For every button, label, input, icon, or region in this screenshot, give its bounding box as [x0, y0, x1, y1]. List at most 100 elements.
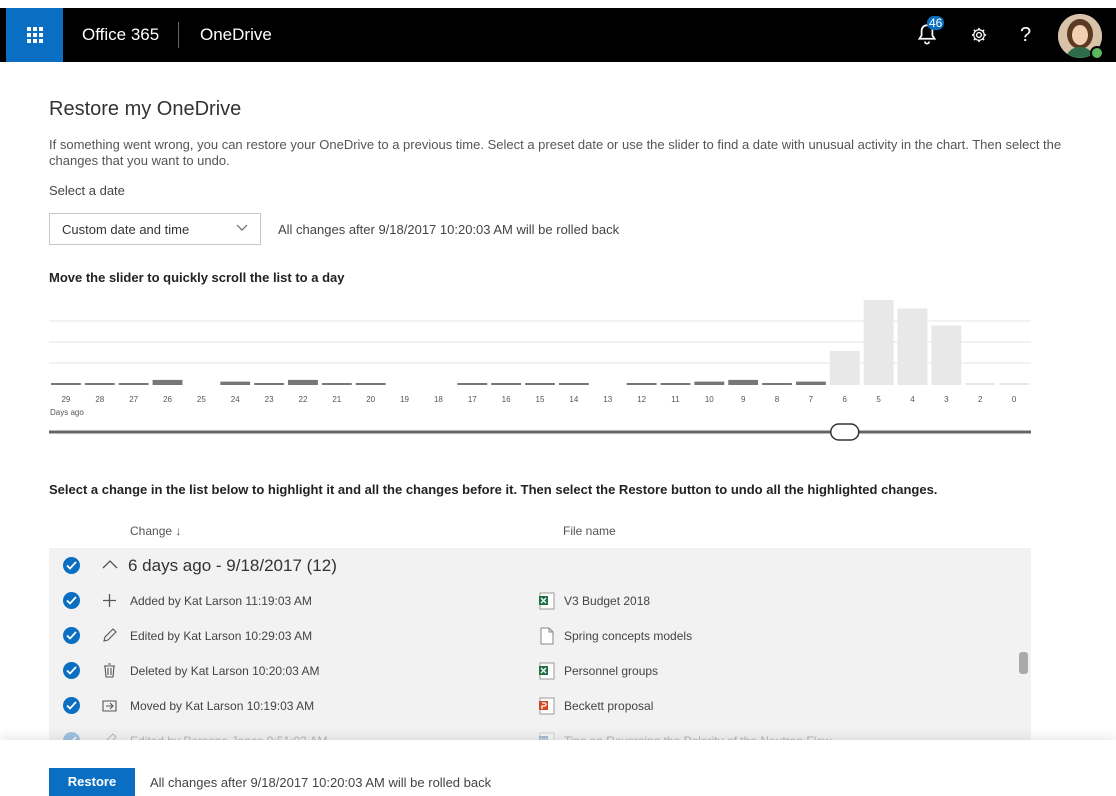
- column-header-file-name[interactable]: File name: [563, 524, 616, 538]
- powerpoint-file-icon: [539, 697, 555, 715]
- document-file-icon: [540, 627, 554, 645]
- edit-icon: [106, 733, 117, 740]
- excel-file-icon: [539, 662, 555, 680]
- x-tick-label: 4: [910, 395, 915, 404]
- x-tick-label: 16: [502, 395, 511, 404]
- slider-title: Move the slider to quickly scroll the li…: [49, 270, 345, 285]
- office-365-link[interactable]: Office 365: [82, 8, 159, 62]
- page-description: If something went wrong, you can restore…: [49, 137, 1062, 168]
- restore-button[interactable]: Restore: [49, 768, 135, 796]
- slider-handle[interactable]: [830, 423, 860, 441]
- move-icon: [102, 700, 117, 712]
- checkmark-icon[interactable]: [63, 697, 80, 714]
- word-file-icon: [539, 732, 555, 740]
- x-tick-label: 5: [876, 395, 881, 404]
- x-tick-label: 2: [978, 395, 983, 404]
- x-tick-label: 25: [197, 395, 206, 404]
- chart-bar[interactable]: [762, 383, 792, 385]
- date-preset-dropdown[interactable]: Custom date and time: [49, 213, 261, 245]
- footer-bar: Restore All changes after 9/18/2017 10:2…: [0, 740, 1116, 796]
- chart-bar[interactable]: [525, 383, 555, 385]
- footer-rollback-summary: All changes after 9/18/2017 10:20:03 AM …: [150, 775, 492, 790]
- x-tick-label: 11: [671, 395, 680, 404]
- file-name[interactable]: Personnel groups: [564, 664, 658, 678]
- chart-bar[interactable]: [897, 308, 928, 386]
- page-title: Restore my OneDrive: [49, 98, 242, 120]
- chart-bar[interactable]: [457, 383, 488, 385]
- chart-bar[interactable]: [321, 383, 352, 385]
- chart-bar[interactable]: [355, 383, 386, 385]
- chart-bar[interactable]: [829, 351, 860, 385]
- presence-status-indicator: [1090, 46, 1104, 60]
- group-title: 6 days ago - 9/18/2017 (12): [128, 556, 337, 575]
- x-tick-label: 8: [775, 395, 780, 404]
- list-instructions: Select a change in the list below to hig…: [49, 482, 938, 497]
- chart-bar[interactable]: [118, 383, 149, 385]
- add-icon: [103, 594, 116, 607]
- change-description: Edited by Kat Larson 10:29:03 AM: [130, 629, 313, 643]
- list-item[interactable]: Edited by Persona Jones 9:51:03 AMTips o…: [49, 723, 1031, 740]
- select-date-label: Select a date: [49, 183, 125, 198]
- checkmark-icon[interactable]: [63, 557, 80, 574]
- x-tick-label: 23: [265, 395, 274, 404]
- x-tick-label: 27: [129, 395, 138, 404]
- help-icon[interactable]: ?: [1020, 8, 1031, 62]
- chart-bar[interactable]: [152, 379, 183, 385]
- changes-list: 6 days ago - 9/18/2017 (12) Added by Kat…: [49, 548, 1031, 740]
- change-description: Moved by Kat Larson 10:19:03 AM: [130, 699, 315, 713]
- chart-bar[interactable]: [491, 383, 522, 385]
- x-tick-label: 13: [603, 395, 612, 404]
- x-tick-label: 14: [569, 395, 578, 404]
- checkmark-icon[interactable]: [63, 627, 80, 644]
- file-name[interactable]: Beckett proposal: [564, 699, 653, 713]
- chart-bar[interactable]: [931, 325, 962, 386]
- header-divider: [178, 22, 179, 48]
- x-tick-label: 0: [1012, 395, 1017, 404]
- chart-bar[interactable]: [694, 381, 725, 385]
- list-item[interactable]: Moved by Kat Larson 10:19:03 AM Beckett p…: [49, 688, 1031, 723]
- chart-bar[interactable]: [863, 300, 894, 385]
- file-name[interactable]: V3 Budget 2018: [564, 594, 650, 608]
- x-tick-label: 7: [809, 395, 814, 404]
- chart-bar[interactable]: [84, 383, 115, 385]
- excel-file-icon: [539, 592, 555, 610]
- chart-bar[interactable]: [660, 383, 691, 385]
- x-tick-label: 17: [468, 395, 477, 404]
- file-name[interactable]: Spring concepts models: [564, 629, 692, 643]
- checkmark-icon[interactable]: [63, 592, 80, 609]
- chevron-down-icon: [236, 224, 248, 231]
- chart-bar[interactable]: [999, 383, 1029, 385]
- list-item[interactable]: Added by Kat Larson 11:19:03 AM V3 Budget…: [49, 583, 1031, 618]
- chart-bar[interactable]: [288, 379, 318, 385]
- change-description: Added by Kat Larson 11:19:03 AM: [130, 594, 312, 608]
- x-tick-label: 9: [741, 395, 746, 404]
- rollback-summary: All changes after 9/18/2017 10:20:03 AM …: [278, 222, 620, 237]
- group-header-row[interactable]: 6 days ago - 9/18/2017 (12): [49, 548, 1031, 583]
- list-item[interactable]: Deleted by Kat Larson 10:20:03 AM Personn…: [49, 653, 1031, 688]
- chevron-up-icon[interactable]: [102, 558, 118, 570]
- checkmark-icon[interactable]: [63, 732, 80, 740]
- gear-icon[interactable]: [970, 26, 988, 44]
- app-launcher-button[interactable]: [6, 8, 63, 62]
- waffle-icon: [26, 27, 43, 43]
- chart-bar[interactable]: [254, 383, 285, 385]
- x-tick-label: 18: [434, 395, 443, 404]
- chart-bar[interactable]: [965, 383, 996, 385]
- x-tick-label: 22: [299, 395, 308, 404]
- checkmark-icon[interactable]: [63, 662, 80, 679]
- chart-bar[interactable]: [51, 383, 81, 385]
- chart-bar[interactable]: [558, 383, 589, 385]
- column-header-change[interactable]: Change ↓: [130, 524, 181, 538]
- notification-badge: 46: [927, 16, 945, 30]
- chart-bar[interactable]: [728, 379, 759, 385]
- list-scrollbar[interactable]: [1019, 652, 1028, 674]
- x-tick-label: 12: [637, 395, 646, 404]
- onedrive-link[interactable]: OneDrive: [200, 8, 272, 62]
- x-tick-label: 3: [944, 395, 949, 404]
- x-tick-label: 20: [366, 395, 375, 404]
- list-item[interactable]: Edited by Kat Larson 10:29:03 AM Spring c…: [49, 618, 1031, 653]
- chart-bar[interactable]: [626, 383, 657, 385]
- chart-bar[interactable]: [220, 381, 251, 385]
- chart-bar[interactable]: [795, 381, 826, 385]
- x-tick-label: 29: [61, 395, 70, 404]
